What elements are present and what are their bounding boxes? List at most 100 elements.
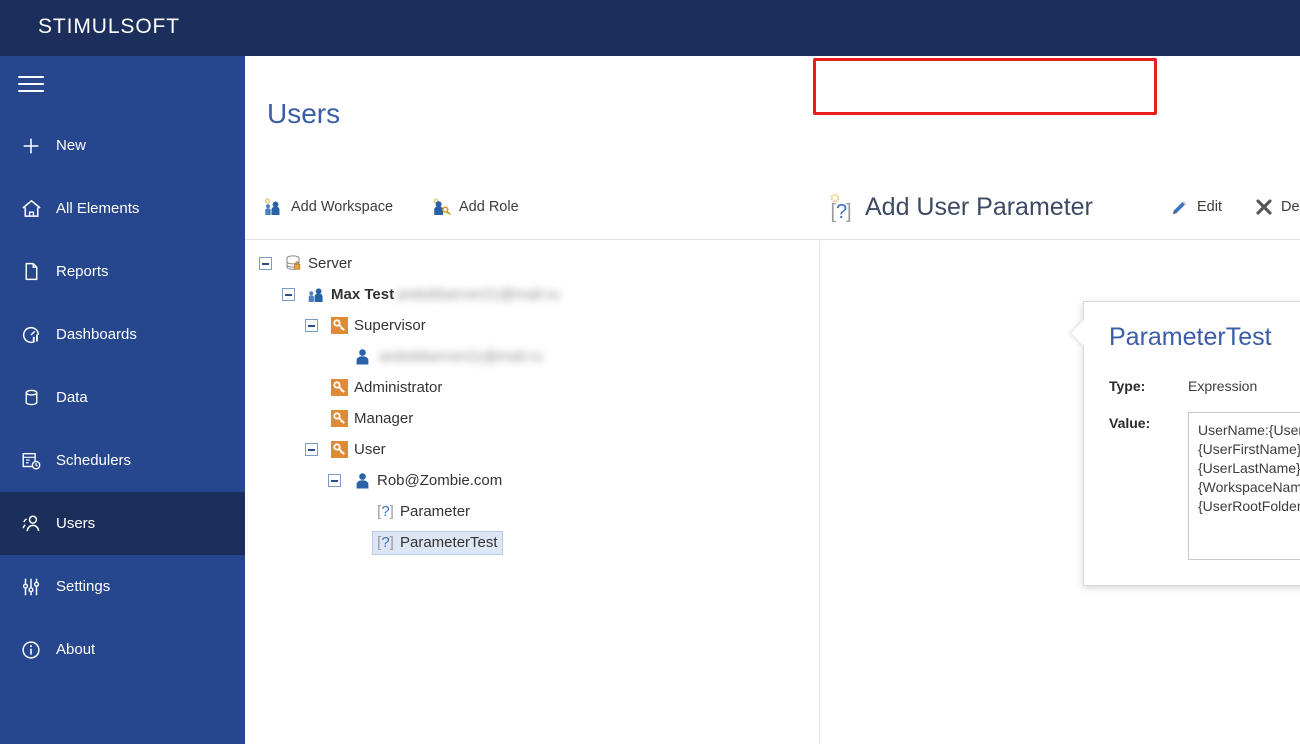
brand-title: STIMULSOFT [38,15,181,38]
sidebar-item-label: Data [56,389,88,406]
tree-node[interactable]: [?] ParameterTest [245,527,819,558]
parameter-icon: [?] [377,533,394,551]
page-title: Users [267,98,341,129]
toolbar-button-label: Add Workspace [291,199,394,215]
tree-node-label: Server [308,254,353,272]
add-user-parameter-highlight-box [813,58,1157,115]
users-tree: Server Max Test andoldserver21@mail.ru Supe… [245,248,819,558]
tree-node-label: Max Test [331,285,395,303]
sidebar-item-label: Users [56,515,96,532]
tree-expander-placeholder [328,350,341,363]
workspace-users-icon [307,285,326,304]
sidebar-item-new[interactable]: New [0,114,245,177]
hamburger-icon [18,76,44,94]
tree-expander-placeholder [351,536,364,549]
sidebar-item-settings[interactable]: Settings [0,555,245,618]
sidebar-item-schedulers[interactable]: Schedulers [0,429,245,492]
sidebar-item-label: New [56,137,87,154]
users-icon [16,509,46,539]
role-key-icon [330,316,349,335]
svg-text:]: ] [846,201,852,222]
sidebar-item-dashboards[interactable]: Dashboards [0,303,245,366]
sidebar-item-all-elements[interactable]: All Elements [0,177,245,240]
tree-expander-placeholder [305,381,318,394]
plus-icon [16,131,46,161]
tree-expander-collapse-icon[interactable] [259,257,272,270]
sidebar-item-about[interactable]: About [0,618,245,681]
user-icon [353,471,372,490]
tree-expander-collapse-icon[interactable] [282,288,295,301]
add-role-icon [431,198,451,216]
tree-node[interactable]: Administrator [245,372,819,403]
hamburger-menu-button[interactable] [0,56,245,114]
cross-icon [1255,198,1273,216]
database-icon [16,383,46,413]
add-workspace-icon [263,198,283,216]
delete-button[interactable]: Delete [1255,175,1300,239]
toolbar: Add Workspace Add Role [?] Add User Paramet… [245,175,1300,240]
tree-node[interactable]: User [245,434,819,465]
role-key-icon [330,378,349,397]
sidebar-item-label: All Elements [56,200,140,217]
panel-splitter[interactable] [819,241,820,744]
tree-node-label: Rob@Zombie.com [377,471,503,489]
toolbar-button-label: Add Role [459,199,519,215]
type-value: Expression [1188,378,1258,394]
tree-expander-placeholder [351,505,364,518]
tree-node[interactable]: Server [245,248,819,279]
card-pointer-notch [1071,320,1084,346]
tree-node[interactable]: Rob@Zombie.com [245,465,819,496]
parameter-icon: [?] [827,192,857,222]
tree-node[interactable]: Manager [245,403,819,434]
tree-node-label: Parameter [400,502,471,520]
toolbar-button-label: Edit [1197,199,1222,215]
redacted-email: andoldserver21@mail.ru [396,285,560,303]
tree-node[interactable]: Supervisor [245,310,819,341]
tree-expander-collapse-icon[interactable] [305,319,318,332]
add-user-parameter-button[interactable]: [?] Add User Parameter [827,175,1093,239]
tree-node-label: Manager [354,409,414,427]
sidebar-item-data[interactable]: Data [0,366,245,429]
tree-node-label: Administrator [354,378,443,396]
redacted-email: andoldserver21@mail.ru [379,347,543,365]
toolbar-button-label: Delete [1281,199,1300,215]
database-lock-icon [284,254,303,273]
tree-node-label: Supervisor [354,316,426,334]
tree-node[interactable]: andoldserver21@mail.ru [245,341,819,372]
main-content: Users Add Workspace Add Role [?] Add User P… [245,56,1300,744]
type-label: Type: [1109,378,1146,394]
sidebar-item-label: About [56,641,96,658]
sidebar-item-label: Schedulers [56,452,132,469]
edit-button[interactable]: Edit [1171,175,1222,239]
sidebar-item-users[interactable]: Users [0,492,245,555]
value-textbox[interactable]: UserName:{UserName} FirstName: {UserFirs… [1188,412,1300,560]
add-role-button[interactable]: Add Role [431,175,519,239]
details-card: ParameterTest Type: Expression Value: Us… [1071,301,1300,586]
sidebar-item-reports[interactable]: Reports [0,240,245,303]
document-icon [16,257,46,287]
sidebar-nav-list: New All Elements Reports Dashboards Data Sche… [0,114,245,681]
role-key-icon [330,409,349,428]
value-label: Value: [1109,415,1151,431]
tree-node[interactable]: [?] Parameter [245,496,819,527]
details-title: ParameterTest [1109,323,1272,351]
sidebar-item-label: Settings [56,578,111,595]
sidebar-item-label: Dashboards [56,326,137,343]
sidebar-item-label: Reports [56,263,109,280]
gauge-icon [16,320,46,350]
top-brand-bar: STIMULSOFT [0,0,1300,56]
user-icon [353,347,372,366]
tree-node-label: User [354,440,386,458]
parameter-icon: [?] [377,502,394,520]
tree-expander-placeholder [305,412,318,425]
calendar-clock-icon [16,446,46,476]
tree-node[interactable]: Max Test andoldserver21@mail.ru [245,279,819,310]
add-workspace-button[interactable]: Add Workspace [263,175,393,239]
toolbar-button-label: Add User Parameter [865,192,1093,221]
info-icon [16,635,46,665]
home-icon [16,194,46,224]
tree-expander-collapse-icon[interactable] [328,474,341,487]
sliders-icon [16,572,46,602]
tree-expander-collapse-icon[interactable] [305,443,318,456]
tree-node-label: ParameterTest [400,533,498,551]
